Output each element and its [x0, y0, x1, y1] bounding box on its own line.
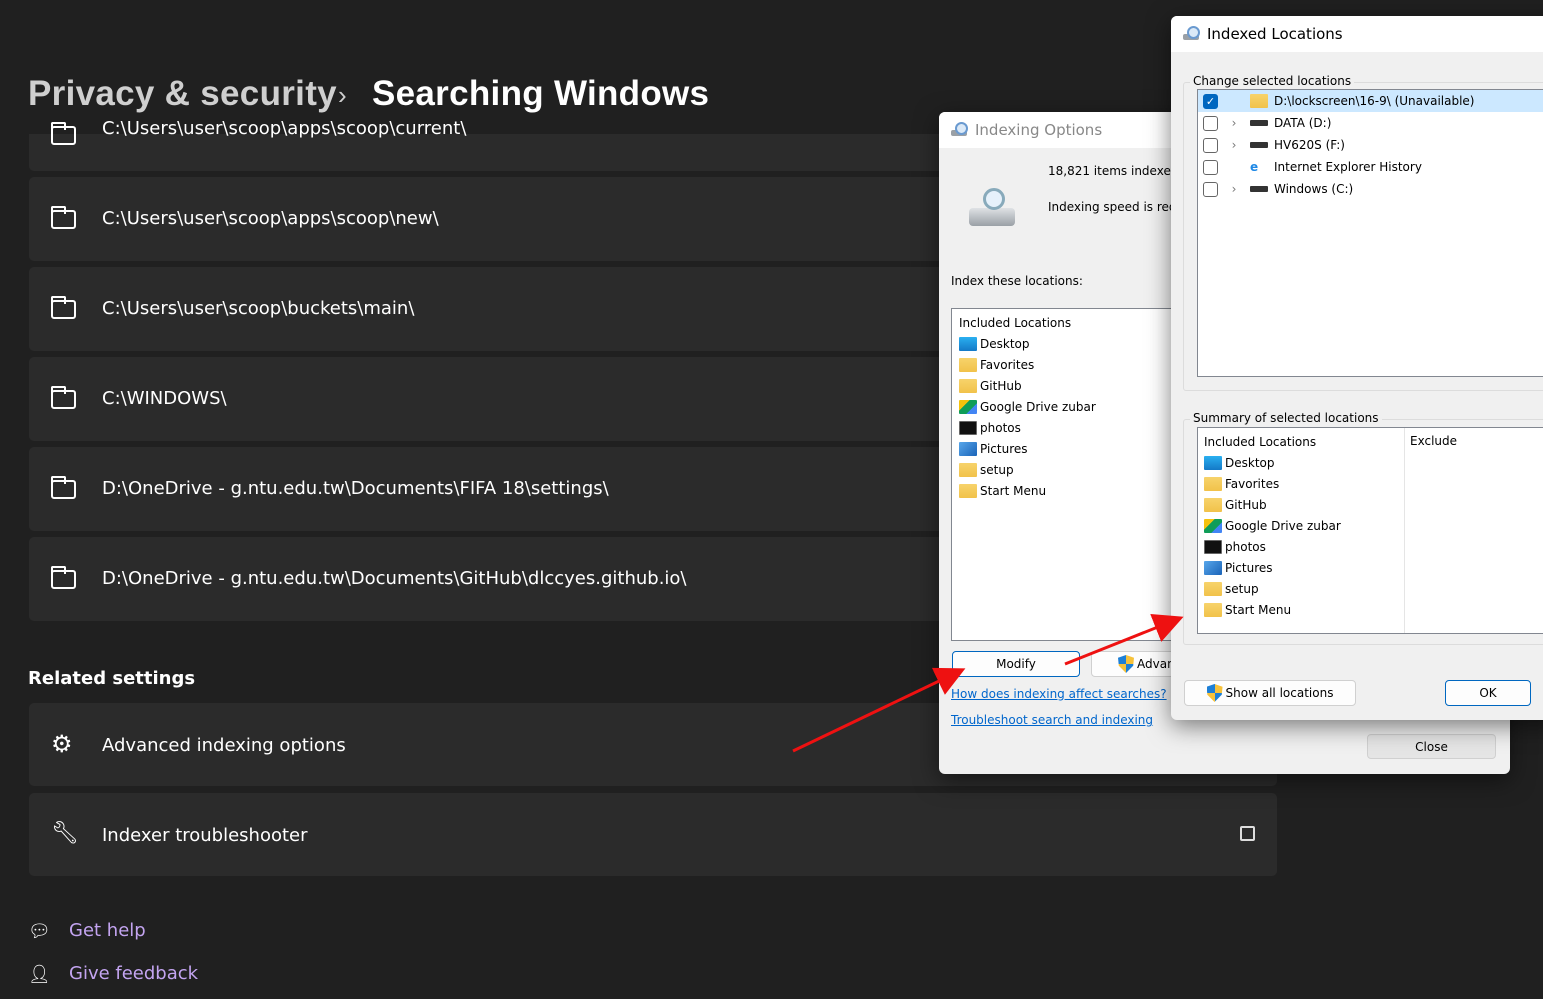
red-arrow: [1064, 613, 1184, 666]
red-arrow: [792, 667, 966, 753]
annotation-arrows: [792, 613, 1184, 753]
